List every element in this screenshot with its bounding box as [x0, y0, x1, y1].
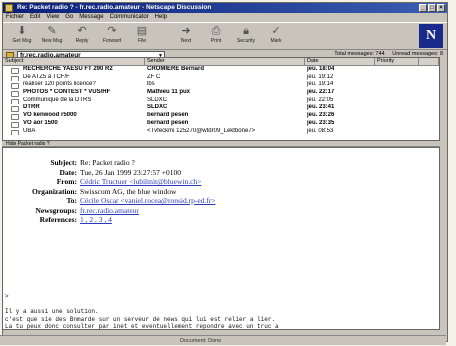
row-sender: SLDXC: [147, 96, 168, 103]
subject-value: Re: Packet radio ?: [80, 158, 135, 167]
close-button[interactable]: ×: [437, 4, 445, 12]
table-row[interactable]: VO kenwood r5000 bernard pesen jeu. 23:26: [3, 112, 439, 120]
folder-icon: ▤: [136, 25, 148, 37]
next-button[interactable]: ➜ Next: [171, 23, 201, 44]
row-sender: <Tvfeckmi 125270@wtdr09_Lektbone7>: [147, 127, 256, 134]
table-row[interactable]: UBA <Tvfeckmi 125270@wtdr09_Lektbone7> jeu…: [3, 128, 439, 136]
row-date: jeu. 22:05: [307, 96, 334, 103]
menu-go[interactable]: Go: [65, 13, 73, 22]
table-row[interactable]: PHOTOS * CONTEST * VUS/HF Mathieu 11 pux j…: [3, 89, 439, 97]
get-msg-button[interactable]: ⬇ Get Msg: [7, 23, 37, 44]
message-body: > Il y a aussi une solution. c'est que s…: [5, 293, 279, 330]
row-subject: De ATZ5 à TCF/F: [3, 74, 145, 82]
row-subject: VO kenwood r5000: [3, 112, 145, 120]
row-date: jeu. 19:12: [307, 73, 334, 80]
forward-icon: ↷: [107, 25, 117, 37]
col-more: [419, 58, 439, 65]
table-row[interactable]: DTRR SLDXC jeu. 23:41: [3, 104, 439, 113]
row-date: jeu. 19:14: [307, 81, 334, 88]
maximize-button[interactable]: □: [428, 4, 436, 12]
row-subject: PHOTOS * CONTEST * VUS/HF: [3, 89, 145, 97]
thread-icon: [11, 129, 19, 136]
title-bar: Re: Packet radio ? - fr.rec.radio.amateu…: [3, 3, 447, 13]
toolbar: ⬇ Get Msg ✎ New Msg ↶ Reply ↷ Forward ▤ File …: [3, 22, 447, 50]
row-sender: bernard pesen: [147, 112, 189, 119]
row-subject: RECHERCHE YAESU FT 290 R2: [3, 66, 145, 74]
col-priority[interactable]: Priority: [375, 58, 419, 65]
row-date: jeu. 08:53: [307, 127, 334, 134]
row-sender: CROMIERE Bernard: [147, 66, 205, 72]
row-date: jeu. 23:26: [307, 112, 335, 119]
row-date: jeu. 23:41: [307, 104, 335, 111]
forward-button[interactable]: ↷ Forward: [97, 23, 127, 44]
lock-icon: 🔒︎: [243, 25, 249, 37]
compose-icon: ✎: [47, 25, 57, 37]
next-arrow-icon: ➜: [181, 25, 191, 37]
col-subject[interactable]: Subject: [3, 58, 145, 65]
menu-message[interactable]: Message: [79, 13, 103, 22]
table-row[interactable]: Communiqué de la DTRS SLDXC jeu. 22:05: [3, 97, 439, 105]
col-sender[interactable]: Sender: [145, 58, 305, 65]
status-bar: Document: Done: [0, 335, 446, 345]
menu-communicator[interactable]: Communicator: [110, 13, 149, 22]
reply-button[interactable]: ↶ Reply: [67, 23, 97, 44]
row-sender: SLDXC: [147, 104, 168, 111]
new-msg-button[interactable]: ✎ New Msg: [37, 23, 67, 44]
message-headers: Subject: Re: Packet radio ? Date: Tue, 26 …: [32, 158, 216, 225]
menu-help[interactable]: Help: [155, 13, 167, 22]
printer-icon: ⎙: [211, 25, 221, 37]
menu-edit[interactable]: Edit: [30, 13, 40, 22]
message-list: Subject Sender Date Priority RECHERCHE Y…: [2, 57, 440, 141]
table-row[interactable]: VO aor 1500 bernard pesen jeu. 23:35: [3, 120, 439, 128]
print-button[interactable]: ⎙ Print: [201, 23, 231, 44]
row-sender: Mathieu 11 pux: [147, 89, 191, 96]
mark-icon: ✓: [271, 25, 281, 37]
row-subject: DTRR: [3, 104, 145, 113]
organization-value: Swisscom AG, the blue window: [80, 186, 177, 196]
row-subject: Communiqué de la DTRS: [3, 97, 145, 105]
col-date[interactable]: Date: [305, 58, 375, 65]
download-icon: ⬇: [17, 25, 27, 37]
menu-bar: Fichier Edit View Go Message Communicato…: [3, 13, 447, 22]
table-row[interactable]: réaliser 120 points licence? lbs jeu. 19:1…: [3, 81, 439, 90]
table-row[interactable]: RECHERCHE YAESU FT 290 R2 CROMIERE Bernar…: [3, 66, 439, 74]
row-date: jeu. 23:35: [307, 119, 335, 126]
security-button[interactable]: 🔒︎ Security: [231, 23, 261, 44]
reading-pane: Subject: Re: Packet radio ? Date: Tue, 26 …: [2, 147, 440, 330]
from-link[interactable]: Cédric Tructuer <lubilmit@bluewin.ch>: [80, 177, 201, 187]
row-date: jeu. 18:04: [307, 66, 335, 72]
reply-icon: ↶: [77, 25, 87, 37]
minimize-button[interactable]: _: [419, 4, 427, 12]
newsgroups-link[interactable]: fr.rec.radio.amateur: [80, 206, 139, 216]
netscape-logo: N: [419, 24, 443, 48]
row-subject: VO aor 1500: [3, 120, 145, 128]
column-headers: Subject Sender Date Priority: [3, 58, 439, 66]
window-title: Re: Packet radio ? - fr.rec.radio.amateu…: [17, 4, 212, 11]
row-sender: lbs: [147, 81, 155, 88]
table-row[interactable]: De ATZ5 à TCF/F ZF C jeu. 19:12: [3, 74, 439, 82]
app-icon: [5, 4, 13, 12]
menu-view[interactable]: View: [46, 13, 59, 22]
row-subject: réaliser 120 points licence?: [3, 81, 145, 90]
to-link[interactable]: Cécile Oscar <vaniel.rocea@ronsid.rp-ed.…: [80, 196, 216, 206]
file-button[interactable]: ▤ File: [127, 23, 157, 44]
date-value: Tue, 26 Jan 1999 23:27:57 +0100: [80, 167, 182, 177]
menu-file[interactable]: Fichier: [6, 13, 24, 22]
row-subject: UBA: [3, 128, 145, 136]
row-sender: ZF C: [147, 73, 161, 80]
row-date: jeu. 22:17: [307, 89, 335, 96]
mark-button[interactable]: ✓ Mark: [261, 23, 291, 44]
references-links[interactable]: 1 , 2 , 3 , 4: [80, 215, 112, 225]
row-sender: bernard pesen: [147, 119, 189, 126]
